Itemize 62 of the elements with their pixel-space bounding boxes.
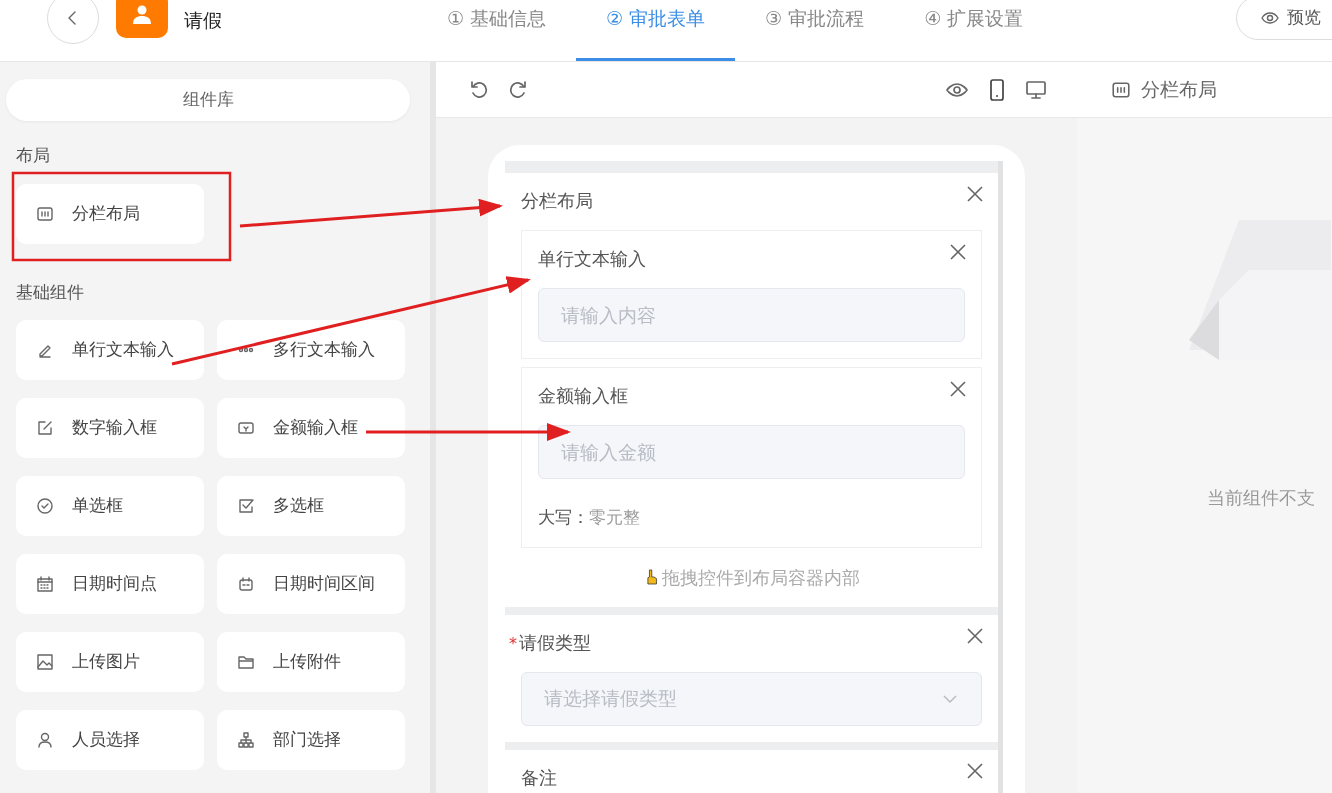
undo-icon	[468, 78, 490, 101]
amount-caption: 大写：零元整	[538, 506, 641, 529]
required-mark: *	[509, 632, 517, 655]
field-label: 单行文本输入	[538, 247, 646, 271]
preview-button[interactable]: 预览	[1236, 0, 1332, 40]
banknote-icon	[237, 419, 255, 437]
component-item[interactable]: 单选框	[16, 476, 204, 536]
group-title: 布局	[16, 144, 51, 167]
component-item[interactable]: 日期时间区间	[217, 554, 405, 614]
close-icon	[966, 761, 984, 780]
component-item[interactable]: 分栏布局	[16, 183, 204, 244]
calendar-icon	[237, 575, 255, 593]
close-button[interactable]	[966, 185, 984, 203]
close-button[interactable]	[949, 243, 967, 261]
undo-button[interactable]	[468, 78, 490, 101]
field-label: 请假类型	[519, 630, 591, 655]
component-item[interactable]: 金额输入框	[217, 398, 405, 458]
field-label: 金额输入框	[538, 384, 628, 408]
library-title: 组件库	[6, 79, 410, 121]
check-circle-icon	[36, 497, 54, 515]
step-tab[interactable]: ④ 扩展设置	[894, 0, 1054, 61]
calendar-icon	[36, 575, 54, 593]
drop-hint: 拖拽控件到布局容器内部	[661, 565, 860, 590]
close-button[interactable]	[966, 626, 984, 645]
component-item[interactable]: 部门选择	[217, 710, 405, 770]
edit-icon	[36, 419, 54, 437]
monitor-button[interactable]	[1025, 78, 1047, 101]
group-title: 基础组件	[16, 280, 85, 304]
component-item[interactable]: 上传图片	[16, 632, 204, 692]
component-item[interactable]: 人员选择	[16, 710, 204, 770]
component-item[interactable]: 多选框	[217, 476, 405, 536]
component-item[interactable]: 单行文本输入	[16, 320, 204, 380]
checkbox-icon	[237, 497, 255, 515]
eye-icon	[1261, 9, 1279, 27]
close-icon	[966, 626, 984, 645]
field-label: 分栏布局	[521, 189, 593, 213]
step-tab[interactable]: ③ 审批流程	[735, 0, 895, 61]
redo-button[interactable]	[507, 78, 529, 101]
close-button[interactable]	[966, 761, 984, 780]
org-chart-icon	[237, 731, 255, 749]
close-icon	[949, 380, 967, 398]
close-button[interactable]	[949, 380, 967, 398]
input-field[interactable]: 请输入内容	[538, 288, 965, 342]
person-icon	[36, 731, 54, 749]
component-item[interactable]: 数字输入框	[16, 398, 204, 458]
component-item[interactable]: 上传附件	[217, 632, 405, 692]
input-field[interactable]: 请输入金额	[538, 425, 965, 479]
person-icon	[130, 3, 154, 27]
step-tab[interactable]: ① 基础信息	[417, 0, 577, 61]
redo-icon	[507, 78, 529, 101]
image-icon	[36, 653, 54, 671]
panel-title: 分栏布局	[1141, 77, 1217, 103]
columns-icon	[36, 204, 54, 223]
empty-message: 当前组件不支	[1207, 486, 1316, 510]
close-icon	[966, 185, 984, 203]
component-item[interactable]: 多行文本输入	[217, 320, 405, 380]
close-icon	[949, 243, 967, 261]
folder-icon	[237, 653, 255, 671]
field-label: 备注	[521, 765, 557, 790]
component-item[interactable]: 日期时间点	[16, 554, 204, 614]
monitor-icon	[1025, 78, 1047, 101]
form-title: 请假	[184, 8, 222, 33]
